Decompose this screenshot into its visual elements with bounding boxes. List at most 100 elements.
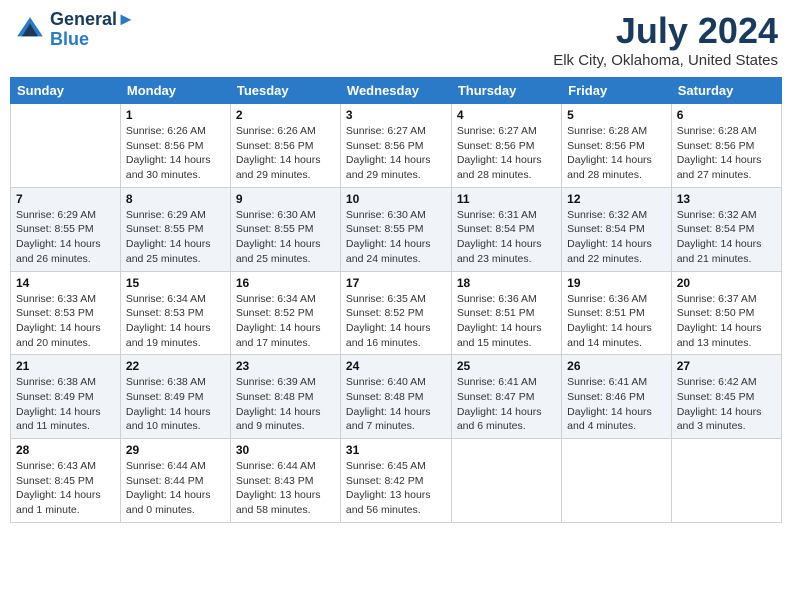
day-info: Sunrise: 6:29 AMSunset: 8:55 PMDaylight:… <box>126 208 225 267</box>
day-info: Sunrise: 6:38 AMSunset: 8:49 PMDaylight:… <box>126 375 225 434</box>
day-number: 20 <box>677 276 776 290</box>
day-number: 1 <box>126 108 225 122</box>
day-number: 22 <box>126 359 225 373</box>
col-saturday: Saturday <box>671 78 781 104</box>
day-info: Sunrise: 6:30 AMSunset: 8:55 PMDaylight:… <box>236 208 335 267</box>
table-row <box>11 104 121 188</box>
day-number: 21 <box>16 359 115 373</box>
logo: General► Blue <box>14 10 135 50</box>
day-info: Sunrise: 6:34 AMSunset: 8:53 PMDaylight:… <box>126 292 225 351</box>
day-number: 13 <box>677 192 776 206</box>
day-info: Sunrise: 6:32 AMSunset: 8:54 PMDaylight:… <box>677 208 776 267</box>
day-info: Sunrise: 6:27 AMSunset: 8:56 PMDaylight:… <box>457 124 556 183</box>
table-row: 26 Sunrise: 6:41 AMSunset: 8:46 PMDaylig… <box>562 355 672 439</box>
logo-text: General► Blue <box>50 10 135 50</box>
col-monday: Monday <box>120 78 230 104</box>
table-row: 9 Sunrise: 6:30 AMSunset: 8:55 PMDayligh… <box>230 187 340 271</box>
day-info: Sunrise: 6:41 AMSunset: 8:46 PMDaylight:… <box>567 375 666 434</box>
day-number: 16 <box>236 276 335 290</box>
table-row: 24 Sunrise: 6:40 AMSunset: 8:48 PMDaylig… <box>340 355 451 439</box>
calendar-table: Sunday Monday Tuesday Wednesday Thursday… <box>10 77 782 523</box>
table-row: 30 Sunrise: 6:44 AMSunset: 8:43 PMDaylig… <box>230 439 340 523</box>
col-wednesday: Wednesday <box>340 78 451 104</box>
calendar-week-row: 7 Sunrise: 6:29 AMSunset: 8:55 PMDayligh… <box>11 187 782 271</box>
table-row: 31 Sunrise: 6:45 AMSunset: 8:42 PMDaylig… <box>340 439 451 523</box>
table-row: 29 Sunrise: 6:44 AMSunset: 8:44 PMDaylig… <box>120 439 230 523</box>
calendar-week-row: 14 Sunrise: 6:33 AMSunset: 8:53 PMDaylig… <box>11 271 782 355</box>
table-row: 5 Sunrise: 6:28 AMSunset: 8:56 PMDayligh… <box>562 104 672 188</box>
day-info: Sunrise: 6:26 AMSunset: 8:56 PMDaylight:… <box>236 124 335 183</box>
day-info: Sunrise: 6:37 AMSunset: 8:50 PMDaylight:… <box>677 292 776 351</box>
table-row: 1 Sunrise: 6:26 AMSunset: 8:56 PMDayligh… <box>120 104 230 188</box>
day-number: 6 <box>677 108 776 122</box>
day-number: 19 <box>567 276 666 290</box>
table-row: 13 Sunrise: 6:32 AMSunset: 8:54 PMDaylig… <box>671 187 781 271</box>
day-number: 24 <box>346 359 446 373</box>
day-number: 5 <box>567 108 666 122</box>
table-row: 19 Sunrise: 6:36 AMSunset: 8:51 PMDaylig… <box>562 271 672 355</box>
table-row: 25 Sunrise: 6:41 AMSunset: 8:47 PMDaylig… <box>451 355 561 439</box>
title-block: July 2024 Elk City, Oklahoma, United Sta… <box>553 10 778 69</box>
table-row: 27 Sunrise: 6:42 AMSunset: 8:45 PMDaylig… <box>671 355 781 439</box>
day-info: Sunrise: 6:36 AMSunset: 8:51 PMDaylight:… <box>567 292 666 351</box>
table-row <box>671 439 781 523</box>
day-info: Sunrise: 6:27 AMSunset: 8:56 PMDaylight:… <box>346 124 446 183</box>
day-number: 4 <box>457 108 556 122</box>
calendar-header-row: Sunday Monday Tuesday Wednesday Thursday… <box>11 78 782 104</box>
col-friday: Friday <box>562 78 672 104</box>
day-info: Sunrise: 6:40 AMSunset: 8:48 PMDaylight:… <box>346 375 446 434</box>
col-tuesday: Tuesday <box>230 78 340 104</box>
table-row: 8 Sunrise: 6:29 AMSunset: 8:55 PMDayligh… <box>120 187 230 271</box>
table-row: 6 Sunrise: 6:28 AMSunset: 8:56 PMDayligh… <box>671 104 781 188</box>
day-number: 26 <box>567 359 666 373</box>
table-row: 28 Sunrise: 6:43 AMSunset: 8:45 PMDaylig… <box>11 439 121 523</box>
day-info: Sunrise: 6:31 AMSunset: 8:54 PMDaylight:… <box>457 208 556 267</box>
day-number: 9 <box>236 192 335 206</box>
day-info: Sunrise: 6:30 AMSunset: 8:55 PMDaylight:… <box>346 208 446 267</box>
table-row: 22 Sunrise: 6:38 AMSunset: 8:49 PMDaylig… <box>120 355 230 439</box>
calendar-week-row: 21 Sunrise: 6:38 AMSunset: 8:49 PMDaylig… <box>11 355 782 439</box>
calendar-week-row: 1 Sunrise: 6:26 AMSunset: 8:56 PMDayligh… <box>11 104 782 188</box>
day-number: 10 <box>346 192 446 206</box>
table-row: 15 Sunrise: 6:34 AMSunset: 8:53 PMDaylig… <box>120 271 230 355</box>
table-row: 21 Sunrise: 6:38 AMSunset: 8:49 PMDaylig… <box>11 355 121 439</box>
table-row <box>451 439 561 523</box>
day-number: 3 <box>346 108 446 122</box>
day-number: 25 <box>457 359 556 373</box>
day-info: Sunrise: 6:44 AMSunset: 8:44 PMDaylight:… <box>126 459 225 518</box>
table-row: 14 Sunrise: 6:33 AMSunset: 8:53 PMDaylig… <box>11 271 121 355</box>
day-number: 14 <box>16 276 115 290</box>
day-info: Sunrise: 6:34 AMSunset: 8:52 PMDaylight:… <box>236 292 335 351</box>
table-row: 20 Sunrise: 6:37 AMSunset: 8:50 PMDaylig… <box>671 271 781 355</box>
day-info: Sunrise: 6:45 AMSunset: 8:42 PMDaylight:… <box>346 459 446 518</box>
day-info: Sunrise: 6:44 AMSunset: 8:43 PMDaylight:… <box>236 459 335 518</box>
main-title: July 2024 <box>553 10 778 52</box>
col-sunday: Sunday <box>11 78 121 104</box>
table-row: 23 Sunrise: 6:39 AMSunset: 8:48 PMDaylig… <box>230 355 340 439</box>
day-info: Sunrise: 6:28 AMSunset: 8:56 PMDaylight:… <box>677 124 776 183</box>
col-thursday: Thursday <box>451 78 561 104</box>
day-info: Sunrise: 6:33 AMSunset: 8:53 PMDaylight:… <box>16 292 115 351</box>
table-row: 2 Sunrise: 6:26 AMSunset: 8:56 PMDayligh… <box>230 104 340 188</box>
table-row: 3 Sunrise: 6:27 AMSunset: 8:56 PMDayligh… <box>340 104 451 188</box>
day-number: 18 <box>457 276 556 290</box>
table-row: 18 Sunrise: 6:36 AMSunset: 8:51 PMDaylig… <box>451 271 561 355</box>
day-info: Sunrise: 6:29 AMSunset: 8:55 PMDaylight:… <box>16 208 115 267</box>
day-info: Sunrise: 6:42 AMSunset: 8:45 PMDaylight:… <box>677 375 776 434</box>
logo-icon <box>14 14 46 46</box>
day-number: 12 <box>567 192 666 206</box>
table-row: 16 Sunrise: 6:34 AMSunset: 8:52 PMDaylig… <box>230 271 340 355</box>
day-number: 23 <box>236 359 335 373</box>
day-info: Sunrise: 6:41 AMSunset: 8:47 PMDaylight:… <box>457 375 556 434</box>
day-info: Sunrise: 6:36 AMSunset: 8:51 PMDaylight:… <box>457 292 556 351</box>
day-number: 17 <box>346 276 446 290</box>
day-info: Sunrise: 6:38 AMSunset: 8:49 PMDaylight:… <box>16 375 115 434</box>
day-info: Sunrise: 6:43 AMSunset: 8:45 PMDaylight:… <box>16 459 115 518</box>
calendar-week-row: 28 Sunrise: 6:43 AMSunset: 8:45 PMDaylig… <box>11 439 782 523</box>
page-header: General► Blue July 2024 Elk City, Oklaho… <box>10 10 782 69</box>
day-number: 28 <box>16 443 115 457</box>
day-info: Sunrise: 6:32 AMSunset: 8:54 PMDaylight:… <box>567 208 666 267</box>
table-row <box>562 439 672 523</box>
day-number: 30 <box>236 443 335 457</box>
table-row: 7 Sunrise: 6:29 AMSunset: 8:55 PMDayligh… <box>11 187 121 271</box>
